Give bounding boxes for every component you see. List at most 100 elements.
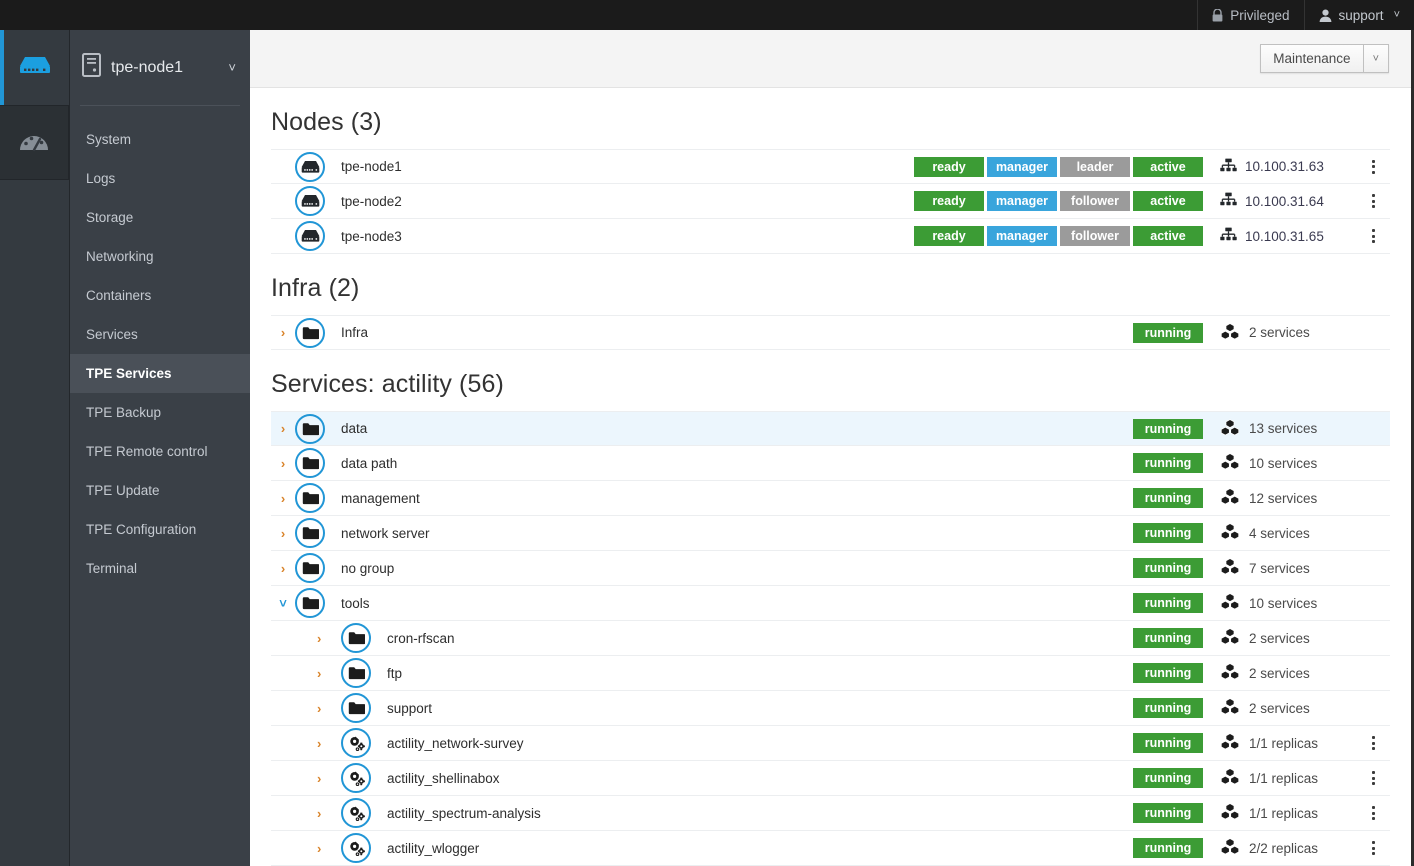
row-menu-button[interactable] [1356, 796, 1390, 830]
row-label: no group [333, 561, 1133, 576]
table-row[interactable]: ›managementrunning12 services [271, 481, 1390, 516]
chevron-right-icon[interactable]: › [271, 736, 341, 751]
row-menu-button[interactable] [1356, 219, 1390, 253]
network-topology-icon [1220, 192, 1237, 210]
sidebar-item-label: Networking [86, 249, 154, 264]
sidebar-item-networking[interactable]: Networking [70, 237, 250, 276]
table-row[interactable]: ›tpe-node2readymanagerfolloweractive10.1… [271, 184, 1390, 219]
maintenance-button[interactable]: Maintenance [1260, 44, 1363, 73]
row-count-label: 10 services [1249, 596, 1317, 611]
chevron-right-icon[interactable]: › [271, 421, 295, 436]
row-menu-button [1356, 621, 1390, 655]
row-count-label: 2/2 replicas [1249, 841, 1318, 856]
table-row[interactable]: ›supportrunning2 services [271, 691, 1390, 726]
sidebar-item-tpe-update[interactable]: TPE Update [70, 471, 250, 510]
chevron-right-icon[interactable]: › [271, 771, 341, 786]
chevron-right-icon[interactable]: › [271, 526, 295, 541]
sidebar-item-label: Containers [86, 288, 151, 303]
status-badge: running [1133, 453, 1203, 473]
folder-icon [295, 483, 325, 513]
chevron-right-icon[interactable]: › [271, 841, 341, 856]
kebab-menu-icon [1372, 806, 1375, 820]
row-count: 1/1 replicas [1206, 768, 1356, 788]
sidebar-item-label: TPE Remote control [86, 444, 208, 459]
table-row[interactable]: ›network serverrunning4 services [271, 516, 1390, 551]
content-area: Maintenance ˅ Nodes (3) ›tpe-node1readym… [250, 30, 1414, 866]
row-status: running [1133, 768, 1206, 788]
cubes-icon [1220, 733, 1240, 753]
folder-icon [295, 448, 325, 478]
cubes-icon [1220, 419, 1240, 439]
status-badge: running [1133, 593, 1203, 613]
rail-item-server[interactable] [0, 30, 69, 105]
table-row[interactable]: ›actility_spectrum-analysisrunning1/1 re… [271, 796, 1390, 831]
sidebar-item-containers[interactable]: Containers [70, 276, 250, 315]
sidebar-item-tpe-backup[interactable]: TPE Backup [70, 393, 250, 432]
cubes-icon [1220, 698, 1240, 718]
row-status: running [1133, 323, 1206, 343]
row-count-label: 1/1 replicas [1249, 771, 1318, 786]
chevron-right-icon[interactable]: › [271, 701, 341, 716]
table-row[interactable]: ˅toolsrunning10 services [271, 586, 1390, 621]
row-menu-button[interactable] [1356, 831, 1390, 865]
node-selector[interactable]: tpe-node1 ˅ [70, 30, 250, 105]
table-row[interactable]: ›datarunning13 services [271, 411, 1390, 446]
maintenance-dropdown-toggle[interactable]: ˅ [1364, 44, 1389, 73]
table-row[interactable]: ›actility_wloggerrunning2/2 replicas [271, 831, 1390, 866]
chevron-right-icon[interactable]: › [271, 806, 341, 821]
table-row[interactable]: ›tpe-node1readymanagerleaderactive10.100… [271, 149, 1390, 184]
chevron-right-icon[interactable]: › [271, 561, 295, 576]
sidebar-item-system[interactable]: System [70, 120, 250, 159]
row-status: running [1133, 628, 1206, 648]
row-status: running [1133, 838, 1206, 858]
table-row[interactable]: ›actility_network-surveyrunning1/1 repli… [271, 726, 1390, 761]
folder-icon [341, 623, 371, 653]
row-count: 12 services [1206, 488, 1356, 508]
sidebar-item-label: Logs [86, 171, 115, 186]
row-menu-button[interactable] [1356, 184, 1390, 218]
chevron-right-icon[interactable]: › [271, 631, 341, 646]
status-badge: manager [987, 191, 1057, 211]
services-section-title: Services: actility (56) [271, 350, 1390, 411]
rail-item-dashboard[interactable] [0, 105, 69, 180]
row-status: running [1133, 803, 1206, 823]
table-row[interactable]: ›ftprunning2 services [271, 656, 1390, 691]
sidebar-item-storage[interactable]: Storage [70, 198, 250, 237]
sidebar-item-tpe-services[interactable]: TPE Services [70, 354, 250, 393]
row-count-label: 4 services [1249, 526, 1310, 541]
row-menu-button[interactable] [1356, 150, 1390, 183]
table-row[interactable]: ›data pathrunning10 services [271, 446, 1390, 481]
chevron-right-icon[interactable]: › [271, 325, 295, 340]
maintenance-button-group[interactable]: Maintenance ˅ [1260, 44, 1389, 73]
table-row[interactable]: ›tpe-node3readymanagerfolloweractive10.1… [271, 219, 1390, 254]
gears-icon [341, 728, 371, 758]
chevron-right-icon[interactable]: › [271, 491, 295, 506]
row-menu-button[interactable] [1356, 726, 1390, 760]
row-label: ftp [379, 666, 1133, 681]
user-menu[interactable]: support ˅ [1304, 0, 1414, 30]
chevron-right-icon[interactable]: › [271, 666, 341, 681]
row-status: running [1133, 558, 1206, 578]
table-row[interactable]: ›actility_shellinaboxrunning1/1 replicas [271, 761, 1390, 796]
chevron-right-icon[interactable]: › [271, 456, 295, 471]
server-rack-icon [295, 221, 325, 251]
sidebar-item-tpe-remote-control[interactable]: TPE Remote control [70, 432, 250, 471]
status-badge: running [1133, 628, 1203, 648]
chevron-down-icon[interactable]: ˅ [271, 596, 295, 611]
row-menu-button [1356, 446, 1390, 480]
row-menu-button[interactable] [1356, 761, 1390, 795]
sidebar-item-label: System [86, 132, 131, 147]
content-scroll[interactable]: Nodes (3) ›tpe-node1readymanagerleaderac… [250, 88, 1411, 866]
node-ip: 10.100.31.64 [1245, 194, 1324, 209]
row-count: 2 services [1206, 663, 1356, 683]
table-row[interactable]: ›no grouprunning7 services [271, 551, 1390, 586]
server-rack-icon [295, 186, 325, 216]
sidebar-item-logs[interactable]: Logs [70, 159, 250, 198]
sidebar-item-terminal[interactable]: Terminal [70, 549, 250, 588]
row-count: 2 services [1206, 323, 1356, 343]
sidebar-item-services[interactable]: Services [70, 315, 250, 354]
kebab-menu-icon [1372, 229, 1375, 243]
sidebar-item-tpe-configuration[interactable]: TPE Configuration [70, 510, 250, 549]
table-row[interactable]: ›Infrarunning2 services [271, 315, 1390, 350]
table-row[interactable]: ›cron-rfscanrunning2 services [271, 621, 1390, 656]
